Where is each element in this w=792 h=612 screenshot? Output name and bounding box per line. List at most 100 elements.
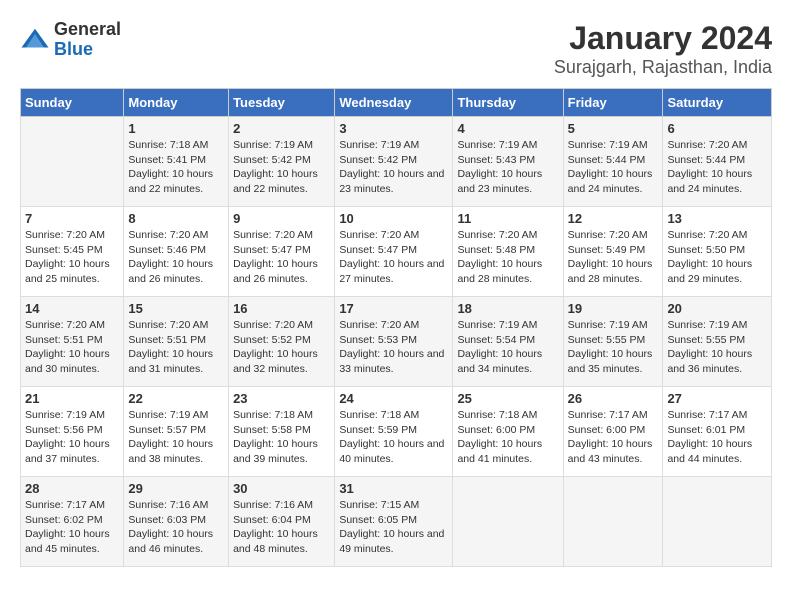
header-saturday: Saturday: [663, 89, 772, 117]
sunset-text: Sunset: 5:54 PM: [457, 333, 558, 348]
day-cell: 3 Sunrise: 7:19 AM Sunset: 5:42 PM Dayli…: [335, 117, 453, 207]
sunrise-text: Sunrise: 7:20 AM: [128, 318, 224, 333]
sunset-text: Sunset: 6:00 PM: [457, 423, 558, 438]
day-cell: 30 Sunrise: 7:16 AM Sunset: 6:04 PM Dayl…: [229, 477, 335, 567]
header-row: Sunday Monday Tuesday Wednesday Thursday…: [21, 89, 772, 117]
day-number: 5: [568, 121, 659, 136]
sunset-text: Sunset: 6:01 PM: [667, 423, 767, 438]
day-number: 16: [233, 301, 330, 316]
day-cell: 31 Sunrise: 7:15 AM Sunset: 6:05 PM Dayl…: [335, 477, 453, 567]
header-monday: Monday: [124, 89, 229, 117]
sunset-text: Sunset: 5:48 PM: [457, 243, 558, 258]
sunrise-text: Sunrise: 7:15 AM: [339, 498, 448, 513]
logo: General Blue: [20, 20, 121, 60]
day-number: 7: [25, 211, 119, 226]
sunset-text: Sunset: 5:41 PM: [128, 153, 224, 168]
sunrise-text: Sunrise: 7:18 AM: [233, 408, 330, 423]
sunset-text: Sunset: 5:58 PM: [233, 423, 330, 438]
daylight-text: Daylight: 10 hours and 39 minutes.: [233, 437, 330, 466]
day-cell: 13 Sunrise: 7:20 AM Sunset: 5:50 PM Dayl…: [663, 207, 772, 297]
sunset-text: Sunset: 5:51 PM: [128, 333, 224, 348]
day-cell: 23 Sunrise: 7:18 AM Sunset: 5:58 PM Dayl…: [229, 387, 335, 477]
day-number: 3: [339, 121, 448, 136]
day-cell: 8 Sunrise: 7:20 AM Sunset: 5:46 PM Dayli…: [124, 207, 229, 297]
sunset-text: Sunset: 5:47 PM: [233, 243, 330, 258]
day-number: 24: [339, 391, 448, 406]
day-number: 19: [568, 301, 659, 316]
day-number: 2: [233, 121, 330, 136]
daylight-text: Daylight: 10 hours and 49 minutes.: [339, 527, 448, 556]
sunrise-text: Sunrise: 7:17 AM: [667, 408, 767, 423]
sunset-text: Sunset: 5:46 PM: [128, 243, 224, 258]
sunset-text: Sunset: 6:03 PM: [128, 513, 224, 528]
sunrise-text: Sunrise: 7:20 AM: [457, 228, 558, 243]
day-cell: 18 Sunrise: 7:19 AM Sunset: 5:54 PM Dayl…: [453, 297, 563, 387]
sunset-text: Sunset: 5:55 PM: [568, 333, 659, 348]
sunset-text: Sunset: 6:02 PM: [25, 513, 119, 528]
header-wednesday: Wednesday: [335, 89, 453, 117]
day-cell: 2 Sunrise: 7:19 AM Sunset: 5:42 PM Dayli…: [229, 117, 335, 207]
daylight-text: Daylight: 10 hours and 35 minutes.: [568, 347, 659, 376]
daylight-text: Daylight: 10 hours and 40 minutes.: [339, 437, 448, 466]
sunset-text: Sunset: 6:00 PM: [568, 423, 659, 438]
day-cell: [663, 477, 772, 567]
sunrise-text: Sunrise: 7:19 AM: [568, 138, 659, 153]
day-number: 21: [25, 391, 119, 406]
daylight-text: Daylight: 10 hours and 26 minutes.: [128, 257, 224, 286]
header-tuesday: Tuesday: [229, 89, 335, 117]
day-cell: 19 Sunrise: 7:19 AM Sunset: 5:55 PM Dayl…: [563, 297, 663, 387]
week-row-4: 21 Sunrise: 7:19 AM Sunset: 5:56 PM Dayl…: [21, 387, 772, 477]
day-number: 4: [457, 121, 558, 136]
logo-general-text: General: [54, 19, 121, 39]
sunset-text: Sunset: 6:04 PM: [233, 513, 330, 528]
day-number: 8: [128, 211, 224, 226]
sunrise-text: Sunrise: 7:18 AM: [128, 138, 224, 153]
daylight-text: Daylight: 10 hours and 43 minutes.: [568, 437, 659, 466]
header-sunday: Sunday: [21, 89, 124, 117]
daylight-text: Daylight: 10 hours and 46 minutes.: [128, 527, 224, 556]
day-number: 20: [667, 301, 767, 316]
day-number: 12: [568, 211, 659, 226]
sunset-text: Sunset: 5:44 PM: [568, 153, 659, 168]
sunrise-text: Sunrise: 7:20 AM: [128, 228, 224, 243]
daylight-text: Daylight: 10 hours and 37 minutes.: [25, 437, 119, 466]
day-cell: 21 Sunrise: 7:19 AM Sunset: 5:56 PM Dayl…: [21, 387, 124, 477]
sunset-text: Sunset: 5:44 PM: [667, 153, 767, 168]
daylight-text: Daylight: 10 hours and 33 minutes.: [339, 347, 448, 376]
sunrise-text: Sunrise: 7:20 AM: [233, 318, 330, 333]
day-cell: [563, 477, 663, 567]
day-cell: 11 Sunrise: 7:20 AM Sunset: 5:48 PM Dayl…: [453, 207, 563, 297]
header-friday: Friday: [563, 89, 663, 117]
sunrise-text: Sunrise: 7:17 AM: [568, 408, 659, 423]
day-cell: [21, 117, 124, 207]
sunrise-text: Sunrise: 7:20 AM: [339, 228, 448, 243]
daylight-text: Daylight: 10 hours and 32 minutes.: [233, 347, 330, 376]
daylight-text: Daylight: 10 hours and 24 minutes.: [667, 167, 767, 196]
day-cell: 9 Sunrise: 7:20 AM Sunset: 5:47 PM Dayli…: [229, 207, 335, 297]
sunrise-text: Sunrise: 7:16 AM: [233, 498, 330, 513]
day-number: 28: [25, 481, 119, 496]
sunset-text: Sunset: 5:56 PM: [25, 423, 119, 438]
daylight-text: Daylight: 10 hours and 27 minutes.: [339, 257, 448, 286]
sunrise-text: Sunrise: 7:19 AM: [457, 318, 558, 333]
sunrise-text: Sunrise: 7:20 AM: [25, 228, 119, 243]
day-number: 17: [339, 301, 448, 316]
sunrise-text: Sunrise: 7:20 AM: [667, 228, 767, 243]
day-cell: 16 Sunrise: 7:20 AM Sunset: 5:52 PM Dayl…: [229, 297, 335, 387]
day-cell: [453, 477, 563, 567]
day-cell: 17 Sunrise: 7:20 AM Sunset: 5:53 PM Dayl…: [335, 297, 453, 387]
sunrise-text: Sunrise: 7:20 AM: [667, 138, 767, 153]
day-cell: 5 Sunrise: 7:19 AM Sunset: 5:44 PM Dayli…: [563, 117, 663, 207]
day-cell: 6 Sunrise: 7:20 AM Sunset: 5:44 PM Dayli…: [663, 117, 772, 207]
week-row-3: 14 Sunrise: 7:20 AM Sunset: 5:51 PM Dayl…: [21, 297, 772, 387]
sunset-text: Sunset: 5:43 PM: [457, 153, 558, 168]
day-number: 6: [667, 121, 767, 136]
sunrise-text: Sunrise: 7:19 AM: [233, 138, 330, 153]
sunset-text: Sunset: 5:52 PM: [233, 333, 330, 348]
sunrise-text: Sunrise: 7:18 AM: [339, 408, 448, 423]
day-cell: 26 Sunrise: 7:17 AM Sunset: 6:00 PM Dayl…: [563, 387, 663, 477]
sunset-text: Sunset: 5:51 PM: [25, 333, 119, 348]
daylight-text: Daylight: 10 hours and 34 minutes.: [457, 347, 558, 376]
day-cell: 27 Sunrise: 7:17 AM Sunset: 6:01 PM Dayl…: [663, 387, 772, 477]
day-cell: 4 Sunrise: 7:19 AM Sunset: 5:43 PM Dayli…: [453, 117, 563, 207]
